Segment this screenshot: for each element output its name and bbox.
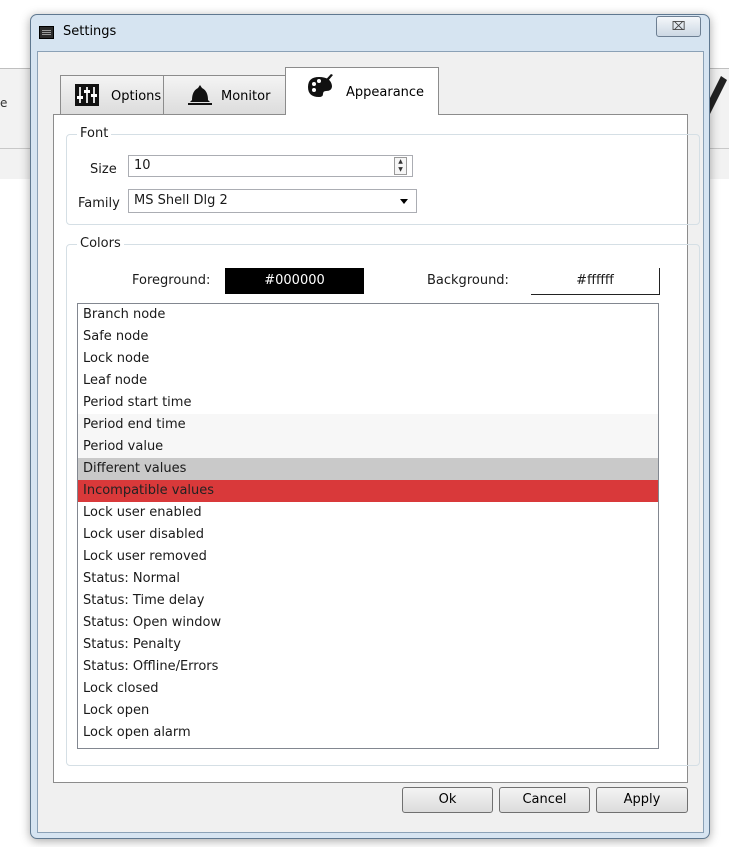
list-item[interactable]: Lock user removed [78, 546, 658, 568]
list-item[interactable]: Status: Normal [78, 568, 658, 590]
list-item[interactable]: Status: Time delay [78, 590, 658, 612]
tab-monitor-label: Monitor [221, 89, 271, 104]
cancel-button[interactable]: Cancel [499, 787, 590, 813]
size-label: Size [90, 162, 117, 177]
colors-group-title: Colors [77, 236, 124, 251]
background-label: Background: [427, 273, 509, 288]
palette-brush-icon [308, 74, 333, 97]
list-item[interactable]: Period end time [78, 414, 658, 436]
list-item[interactable]: Lock open alarm [78, 722, 658, 744]
tab-options-label: Options [111, 89, 162, 104]
list-item-selected[interactable]: Incompatible values [78, 480, 658, 502]
title-bar[interactable]: Settings ⌧ [31, 15, 709, 51]
bell-icon [188, 85, 212, 105]
window-title: Settings [63, 24, 117, 39]
font-size-spinbox[interactable]: 10 ▲ ▼ [128, 155, 413, 177]
font-family-value: MS Shell Dlg 2 [134, 193, 228, 208]
sliders-icon [75, 84, 99, 106]
family-label: Family [78, 196, 120, 211]
list-item[interactable]: Status: Open window [78, 612, 658, 634]
list-item[interactable]: Safe node [78, 326, 658, 348]
foreground-label: Foreground: [132, 273, 211, 288]
app-icon [39, 26, 54, 39]
list-item[interactable]: Lock node [78, 348, 658, 370]
apply-button[interactable]: Apply [596, 787, 688, 813]
spin-arrows-icon[interactable]: ▲ ▼ [394, 157, 407, 175]
foreground-color-button[interactable]: #000000 [225, 268, 364, 294]
tab-appearance-label: Appearance [346, 85, 425, 100]
list-item[interactable]: Leaf node [78, 370, 658, 392]
list-item[interactable]: Status: Penalty [78, 634, 658, 656]
list-item[interactable]: Status: Offline/Errors [78, 656, 658, 678]
list-item[interactable]: Lock open [78, 700, 658, 722]
background-fragment-text: e [0, 96, 8, 110]
close-button[interactable]: ⌧ [656, 16, 701, 37]
list-item[interactable]: Lock user enabled [78, 502, 658, 524]
color-item-list[interactable]: Branch node Safe node Lock node Leaf nod… [77, 303, 659, 749]
list-item[interactable]: Branch node [78, 304, 658, 326]
ok-button[interactable]: Ok [402, 787, 493, 813]
tab-appearance[interactable]: Appearance [285, 67, 439, 115]
tab-monitor[interactable]: Monitor [163, 75, 287, 114]
list-item[interactable]: Lock user disabled [78, 524, 658, 546]
list-item[interactable]: Period value [78, 436, 658, 458]
font-family-dropdown[interactable]: MS Shell Dlg 2 [128, 189, 417, 213]
font-size-value: 10 [134, 158, 151, 173]
list-item[interactable]: Different values [78, 458, 658, 480]
list-item[interactable]: Lock closed [78, 678, 658, 700]
tab-options[interactable]: Options [60, 75, 165, 114]
font-group-title: Font [77, 126, 112, 141]
chevron-down-icon [400, 199, 408, 204]
background-color-button[interactable]: #ffffff [531, 268, 660, 295]
list-item[interactable]: Period start time [78, 392, 658, 414]
